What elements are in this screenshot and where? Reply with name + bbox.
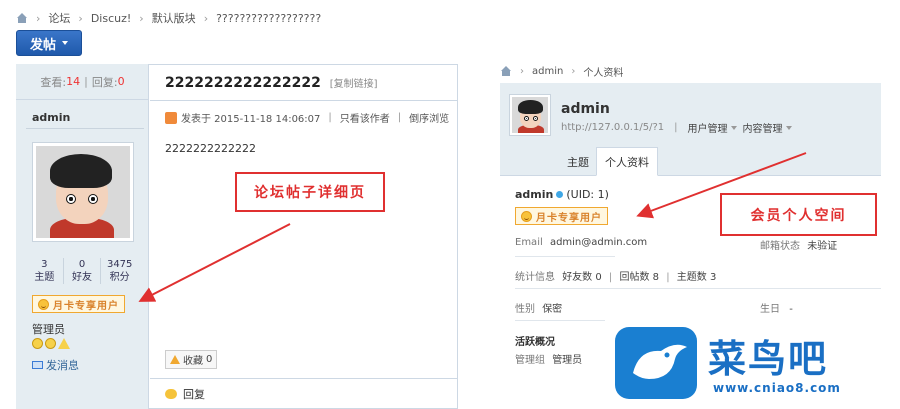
arrow-to-forum-badge xyxy=(138,223,291,302)
logo xyxy=(615,327,697,399)
arrow-to-profile-badge xyxy=(636,152,807,219)
bird-icon xyxy=(633,344,687,379)
logo-name: 菜鸟吧 xyxy=(708,336,829,381)
logo-url: www.cniao8.com xyxy=(713,381,841,395)
